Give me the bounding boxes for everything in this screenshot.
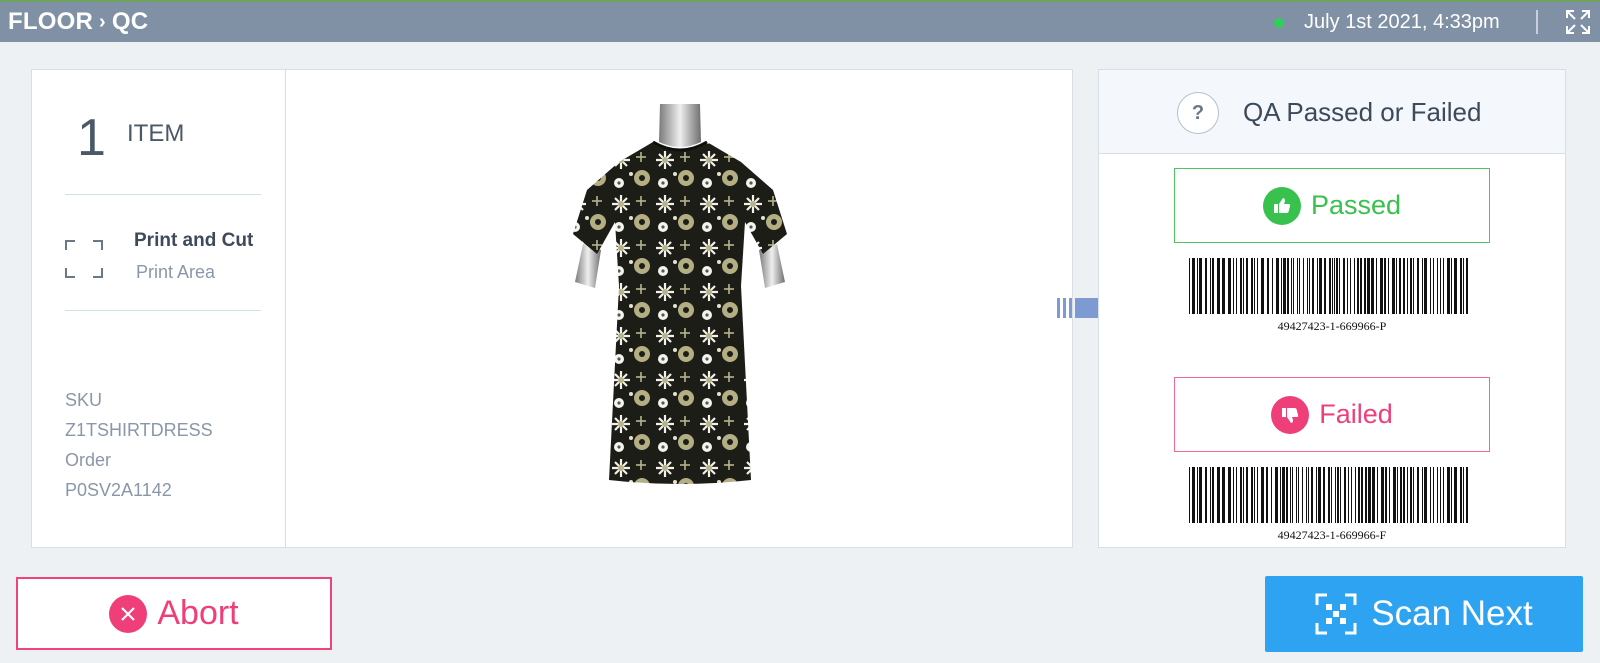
qr-scan-icon	[1315, 593, 1357, 635]
item-count-label: ITEM	[127, 120, 185, 147]
qa-card: ? QA Passed or Failed Passed 49427423-1-…	[1098, 69, 1566, 548]
failed-label: Failed	[1319, 399, 1393, 429]
breadcrumb-floor[interactable]: FLOOR	[8, 8, 93, 36]
product-image-area	[287, 70, 1072, 547]
scan-next-button[interactable]: Scan Next	[1265, 576, 1583, 652]
qa-title: QA Passed or Failed	[1243, 97, 1482, 127]
online-status-icon	[1274, 18, 1284, 28]
item-count: 1	[77, 109, 106, 167]
scan-next-label: Scan Next	[1371, 594, 1533, 633]
print-area-icon	[65, 240, 103, 278]
failed-barcode[interactable]: 49427423-1-669966-F	[1187, 467, 1477, 541]
passed-barcode[interactable]: 49427423-1-669966-P	[1187, 258, 1477, 332]
order-label: Order	[65, 450, 112, 470]
passed-barcode-text: 49427423-1-669966-P	[1278, 319, 1387, 332]
top-bar: FLOOR › QC July 1st 2021, 4:33pm	[0, 0, 1600, 42]
process-title: Print and Cut	[134, 230, 254, 251]
product-image	[573, 104, 787, 484]
order-value: P0SV2A1142	[65, 480, 172, 500]
sku-value: Z1TSHIRTDRESS	[65, 420, 213, 440]
sku-label: SKU	[65, 390, 103, 410]
failed-barcode-text: 49427423-1-669966-F	[1278, 528, 1387, 541]
info-divider	[65, 310, 261, 311]
abort-button[interactable]: Abort	[16, 577, 332, 650]
passed-button[interactable]: Passed	[1174, 168, 1490, 243]
breadcrumb: FLOOR › QC	[8, 8, 148, 36]
process-subtitle: Print Area	[136, 262, 216, 282]
breadcrumb-qc: QC	[111, 8, 149, 35]
thumbs-down-icon	[1271, 395, 1310, 434]
header-divider	[1536, 10, 1538, 34]
breadcrumb-separator: ›	[99, 10, 106, 33]
thumbs-up-icon	[1262, 186, 1301, 225]
item-info-panel: 1 ITEM Print and Cut Print Area SKU Z1TS…	[32, 70, 286, 547]
close-icon	[109, 594, 148, 633]
failed-button[interactable]: Failed	[1174, 377, 1490, 452]
qa-header: ? QA Passed or Failed	[1099, 70, 1565, 154]
help-icon[interactable]: ?	[1177, 92, 1219, 134]
datetime: July 1st 2021, 4:33pm	[1304, 11, 1500, 33]
abort-label: Abort	[157, 594, 239, 632]
info-divider	[65, 194, 261, 195]
passed-label: Passed	[1310, 190, 1402, 220]
item-card: 1 ITEM Print and Cut Print Area SKU Z1TS…	[31, 69, 1073, 548]
fullscreen-expand-icon[interactable]	[1564, 8, 1592, 36]
